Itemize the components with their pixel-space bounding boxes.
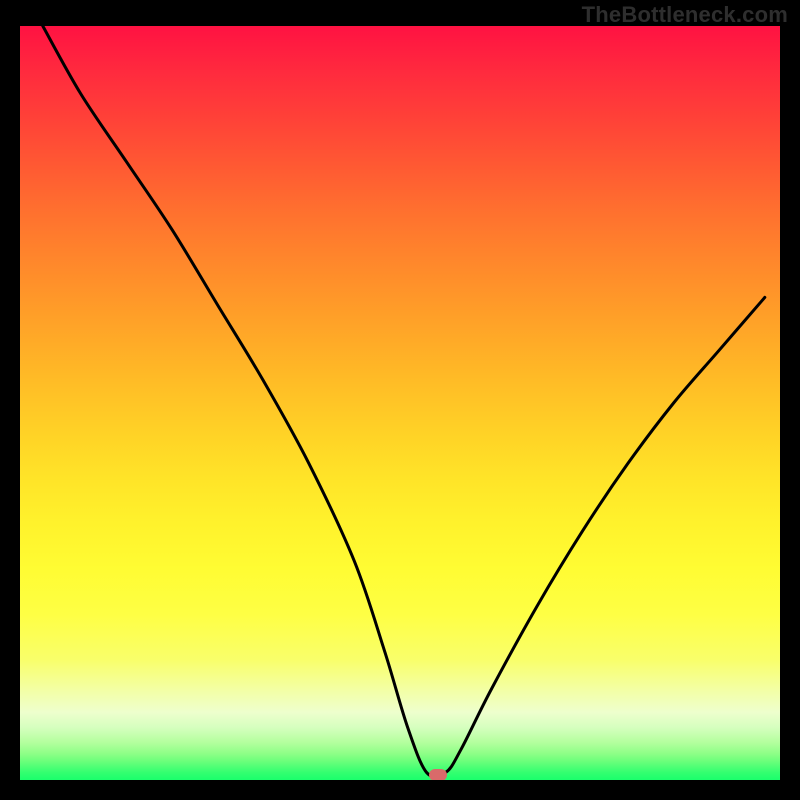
bottleneck-curve: [20, 26, 780, 780]
optimal-point-marker: [429, 769, 447, 780]
chart-container: TheBottleneck.com: [0, 0, 800, 800]
plot-area: [20, 26, 780, 780]
watermark-text: TheBottleneck.com: [582, 2, 788, 28]
